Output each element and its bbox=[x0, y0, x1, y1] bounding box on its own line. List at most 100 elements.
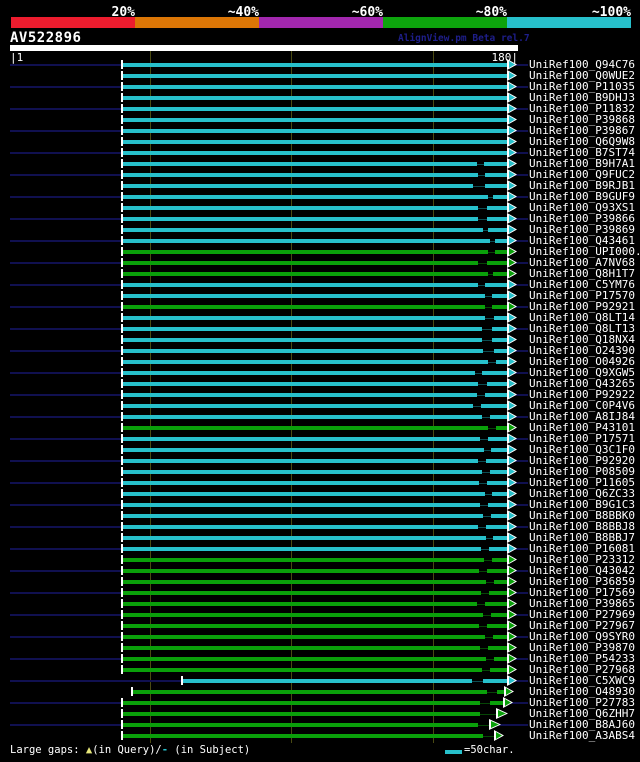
large-gap-thin-line bbox=[478, 724, 490, 726]
alignment-bar[interactable] bbox=[122, 172, 508, 177]
alignment-start-tick bbox=[121, 247, 123, 256]
alignment-bar[interactable] bbox=[122, 447, 508, 452]
alignment-bar[interactable] bbox=[122, 271, 508, 276]
alignment-start-tick bbox=[121, 159, 123, 168]
alignment-bar[interactable] bbox=[122, 381, 508, 386]
alignment-bar[interactable] bbox=[122, 315, 508, 320]
alignment-bar[interactable] bbox=[122, 656, 508, 661]
alignment-bar[interactable] bbox=[122, 436, 508, 441]
large-gap-thin-line bbox=[482, 669, 490, 671]
large-gap-thin-line bbox=[472, 680, 483, 682]
alignment-bar[interactable] bbox=[122, 645, 508, 650]
large-gap-thin-line bbox=[482, 416, 490, 418]
alignment-start-tick bbox=[121, 258, 123, 267]
alignment-bar[interactable] bbox=[122, 403, 508, 408]
alignment-bar[interactable] bbox=[122, 84, 508, 89]
alignment-bar[interactable] bbox=[122, 557, 508, 562]
alignment-start-tick bbox=[131, 687, 133, 696]
alignment-bar[interactable] bbox=[122, 722, 490, 727]
alignment-start-tick bbox=[121, 148, 123, 157]
alignment-bar[interactable] bbox=[122, 524, 508, 529]
large-gap-thin-line bbox=[483, 350, 494, 352]
large-gap-thin-line bbox=[480, 713, 497, 715]
hit-label[interactable]: UniRef100_A3ABS4 bbox=[529, 730, 635, 741]
alignment-bar[interactable] bbox=[122, 458, 508, 463]
alignment-bar[interactable] bbox=[122, 62, 508, 67]
alignment-bar[interactable] bbox=[122, 579, 508, 584]
alignment-bar[interactable] bbox=[122, 326, 508, 331]
alignment-start-tick bbox=[121, 170, 123, 179]
alignment-start-tick bbox=[121, 390, 123, 399]
large-gap-thin-line bbox=[475, 372, 482, 374]
alignment-bar[interactable] bbox=[122, 535, 508, 540]
large-gap-thin-line bbox=[478, 383, 487, 385]
alignment-bar[interactable] bbox=[122, 106, 508, 111]
alignment-bar[interactable] bbox=[122, 392, 508, 397]
alignment-bar[interactable] bbox=[122, 293, 508, 298]
alignment-bar[interactable] bbox=[122, 513, 508, 518]
alignment-bar[interactable] bbox=[122, 73, 508, 78]
alignment-bar[interactable] bbox=[122, 634, 508, 639]
alignment-bar[interactable] bbox=[122, 128, 508, 133]
alignment-bar[interactable] bbox=[122, 425, 508, 430]
alignment-bar[interactable] bbox=[122, 568, 508, 573]
alignment-bar[interactable] bbox=[122, 117, 508, 122]
alignment-bar[interactable] bbox=[122, 480, 508, 485]
alignment-start-tick bbox=[121, 566, 123, 575]
alignment-bar[interactable] bbox=[122, 161, 508, 166]
alignment-bar[interactable] bbox=[122, 491, 508, 496]
alignment-bar[interactable] bbox=[122, 205, 508, 210]
alignment-start-tick bbox=[121, 115, 123, 124]
alignment-bar[interactable] bbox=[122, 667, 508, 672]
alignment-start-tick bbox=[121, 478, 123, 487]
alignment-bar[interactable] bbox=[122, 216, 508, 221]
alignment-bar[interactable] bbox=[122, 623, 508, 628]
alignment-bar[interactable] bbox=[122, 304, 508, 309]
alignment-start-tick bbox=[121, 665, 123, 674]
alignment-start-tick bbox=[121, 357, 123, 366]
alignment-bar[interactable] bbox=[122, 150, 508, 155]
gap-legend: Large gaps: ▲(in Query)/- (in Subject) bbox=[10, 744, 250, 758]
large-gap-thin-line bbox=[485, 295, 492, 297]
alignment-start-tick bbox=[121, 104, 123, 113]
alignment-bar[interactable] bbox=[182, 678, 508, 683]
large-gap-thin-line bbox=[485, 493, 492, 495]
alignment-bar[interactable] bbox=[122, 700, 504, 705]
large-gap-thin-line bbox=[482, 339, 492, 341]
large-gap-thin-line bbox=[479, 625, 487, 627]
alignment-bar[interactable] bbox=[122, 260, 508, 265]
large-gap-thin-line bbox=[480, 438, 488, 440]
alignment-bar[interactable] bbox=[122, 183, 508, 188]
large-gap-thin-line bbox=[478, 207, 487, 209]
alignment-bar[interactable] bbox=[122, 601, 508, 606]
alignment-bar[interactable] bbox=[122, 546, 508, 551]
alignment-bar[interactable] bbox=[122, 337, 508, 342]
alignment-start-tick bbox=[121, 632, 123, 641]
alignment-bar[interactable] bbox=[122, 711, 497, 716]
alignment-bar[interactable] bbox=[122, 733, 495, 738]
alignment-bar[interactable] bbox=[122, 502, 508, 507]
large-gap-thin-line bbox=[486, 537, 493, 539]
large-gap-thin-line bbox=[480, 702, 490, 704]
alignment-bar[interactable] bbox=[122, 282, 508, 287]
alignment-bar[interactable] bbox=[122, 359, 508, 364]
large-gap-thin-line bbox=[483, 735, 495, 737]
alignment-bar[interactable] bbox=[122, 590, 508, 595]
alignment-bar[interactable] bbox=[122, 414, 508, 419]
alignment-bar[interactable] bbox=[122, 194, 508, 199]
alignment-bar[interactable] bbox=[122, 612, 508, 617]
alignment-start-tick bbox=[121, 280, 123, 289]
identity-scale-label: ~100% bbox=[591, 5, 631, 20]
alignment-bar[interactable] bbox=[122, 348, 508, 353]
large-gap-thin-line bbox=[480, 647, 488, 649]
alignment-start-tick bbox=[121, 236, 123, 245]
alignment-bar[interactable] bbox=[122, 238, 508, 243]
alignment-bar[interactable] bbox=[122, 95, 508, 100]
alignment-bar[interactable] bbox=[122, 469, 508, 474]
alignment-bar[interactable] bbox=[122, 249, 508, 254]
alignment-bar[interactable] bbox=[132, 689, 505, 694]
alignment-start-tick bbox=[121, 610, 123, 619]
alignment-bar[interactable] bbox=[122, 139, 508, 144]
alignment-bar[interactable] bbox=[122, 227, 508, 232]
alignment-bar[interactable] bbox=[122, 370, 508, 375]
